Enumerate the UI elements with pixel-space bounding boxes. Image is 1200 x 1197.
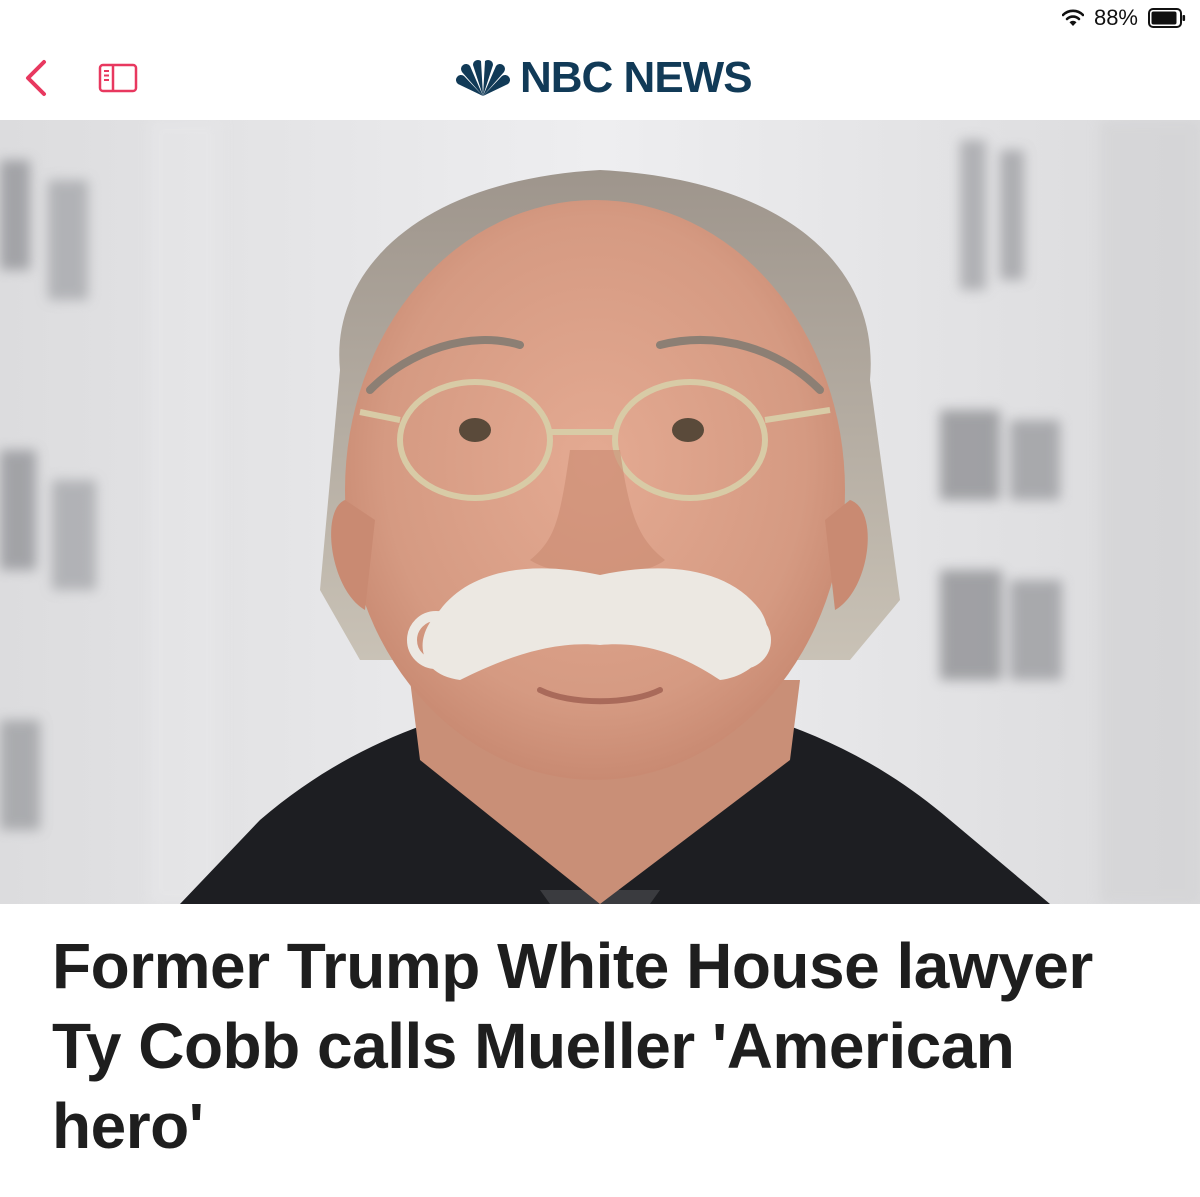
back-button[interactable] <box>16 56 56 100</box>
wifi-icon <box>1061 9 1084 26</box>
chevron-left-icon <box>26 60 46 96</box>
battery-percentage: 88% <box>1093 5 1138 30</box>
nbc-news-brand: NBC NEWS <box>454 52 753 104</box>
brand-name: NBC NEWS <box>520 53 753 102</box>
article-hero-image <box>0 120 1200 904</box>
sidebar-icon <box>98 63 138 93</box>
reader-view-button[interactable] <box>96 60 142 96</box>
status-indicators: 88% <box>1061 4 1186 32</box>
article-headline[interactable]: Former Trump White House lawyer Ty Cobb … <box>52 926 1152 1166</box>
status-bar: 88% <box>0 0 1200 36</box>
nbc-peacock-logo <box>456 60 510 96</box>
navigation-bar: NBC NEWS <box>0 36 1200 120</box>
battery-icon <box>1148 8 1186 28</box>
